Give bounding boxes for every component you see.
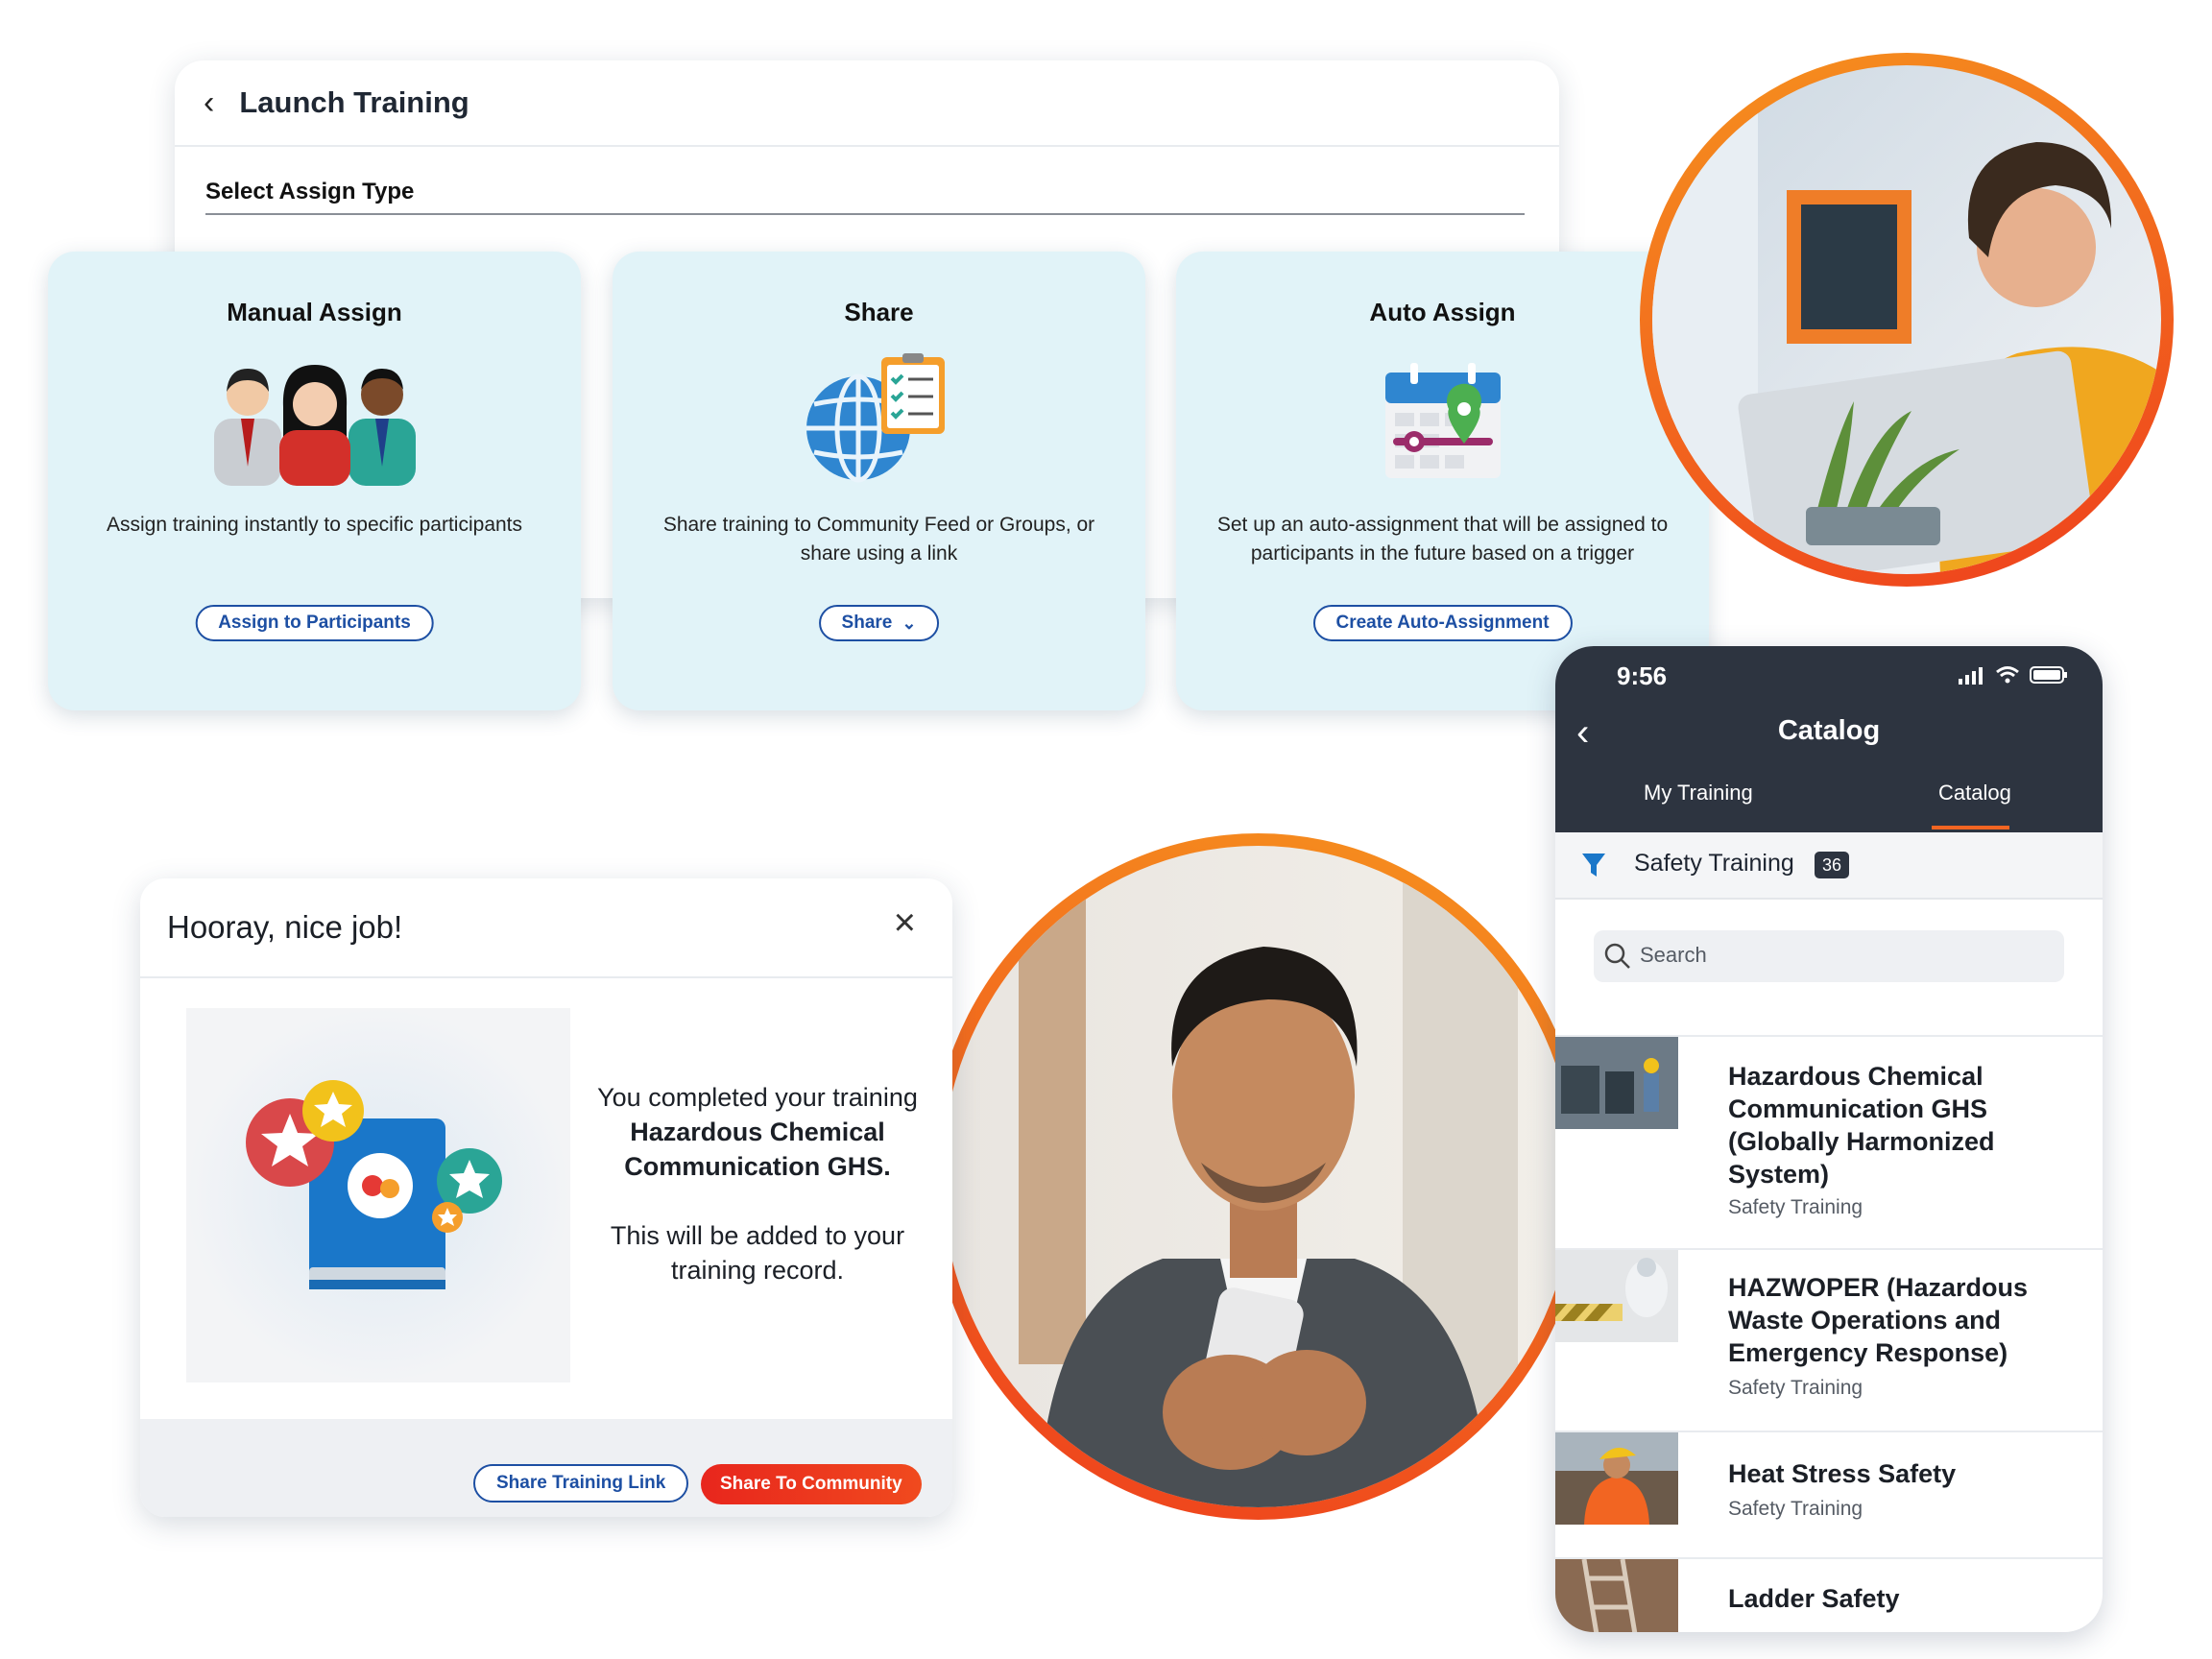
button-label: Share: [841, 613, 893, 633]
globe-checklist-icon: [803, 351, 956, 491]
assign-type-label: Select Assign Type: [205, 179, 415, 204]
assign-to-participants-button[interactable]: Assign to Participants: [195, 605, 434, 641]
message-line-1: You completed your training: [597, 1083, 918, 1112]
button-label: Assign to Participants: [218, 613, 411, 633]
list-item[interactable]: HAZWOPER (Hazardous Waste Operations and…: [1555, 1248, 2103, 1432]
course-title: HAZWOPER (Hazardous Waste Operations and…: [1728, 1273, 2029, 1367]
search-placeholder: Search: [1640, 943, 1707, 967]
page-title: Launch Training: [239, 85, 469, 119]
share-card[interactable]: Share Share training to Community Feed o…: [613, 252, 1145, 710]
auto-assign-card[interactable]: Auto Assign Set up an auto-assignment th…: [1176, 252, 1709, 710]
course-thumbnail: [1555, 1037, 1678, 1129]
share-to-community-button[interactable]: Share To Community: [701, 1464, 922, 1504]
participants-icon: [204, 351, 425, 491]
phone-catalog-screen: 9:56 ‹ Catalog My Training Catalog Safet…: [1555, 646, 2103, 1632]
list-item[interactable]: Heat Stress Safety Safety Training: [1555, 1431, 2103, 1559]
course-thumbnail: [1555, 1250, 1678, 1342]
photo-woman-laptop: [1640, 53, 2174, 587]
card-title: Manual Assign: [227, 298, 402, 326]
list-item[interactable]: Ladder Safety: [1555, 1557, 2103, 1632]
create-auto-assignment-button[interactable]: Create Auto-Assignment: [1312, 605, 1573, 641]
message-line-2: This will be added to your training reco…: [610, 1221, 905, 1285]
calendar-pin-icon: [1376, 351, 1510, 491]
filter-count-badge: 36: [1815, 852, 1850, 878]
card-title: Share: [844, 298, 914, 326]
course-thumbnail: [1555, 1432, 1678, 1525]
list-item[interactable]: Hazardous Chemical Communication GHS (Gl…: [1555, 1035, 2103, 1250]
chevron-down-icon: ⌄: [902, 613, 917, 633]
wifi-icon: [1996, 666, 2019, 684]
card-description: Share training to Community Feed or Grou…: [662, 514, 1095, 565]
battery-icon: [2030, 666, 2067, 684]
completion-message: You completed your training Hazardous Ch…: [589, 1080, 926, 1287]
filter-label: Safety Training: [1634, 850, 1794, 877]
share-training-link-button[interactable]: Share Training Link: [473, 1464, 689, 1503]
card-description: Assign training instantly to specific pa…: [106, 514, 523, 536]
course-title: Ladder Safety: [1728, 1584, 1900, 1613]
course-thumbnail: [1555, 1559, 1678, 1632]
filter-icon[interactable]: [1580, 852, 1607, 878]
modal-title: Hooray, nice job!: [167, 909, 403, 945]
card-description: Set up an auto-assignment that will be a…: [1216, 514, 1669, 565]
modal-header: Hooray, nice job! ×: [140, 878, 952, 978]
phone-header: 9:56 ‹ Catalog My Training Catalog: [1555, 646, 2103, 832]
course-category: Safety Training: [1728, 1377, 1863, 1399]
active-tab-indicator: [1932, 826, 2009, 830]
back-chevron-icon[interactable]: ‹: [204, 86, 214, 119]
divider: [205, 213, 1525, 215]
completion-modal: Hooray, nice job! × You completed your t…: [140, 878, 952, 1517]
close-icon[interactable]: ×: [894, 903, 916, 942]
course-name: Hazardous Chemical Communication GHS.: [624, 1118, 891, 1181]
search-input[interactable]: Search: [1594, 930, 2064, 982]
launch-header: ‹ Launch Training: [175, 60, 1559, 147]
course-category: Safety Training: [1728, 1498, 1863, 1520]
signal-icon: [1959, 667, 1983, 685]
search-icon: [1604, 943, 1630, 969]
status-time: 9:56: [1617, 661, 1668, 690]
course-title: Hazardous Chemical Communication GHS (Gl…: [1728, 1062, 1995, 1189]
tab-catalog[interactable]: Catalog: [1938, 781, 2011, 805]
book-award-illustration: [186, 1008, 570, 1382]
filter-bar[interactable]: Safety Training 36: [1555, 832, 2103, 900]
status-icons: [1957, 665, 2068, 685]
course-title: Heat Stress Safety: [1728, 1459, 1957, 1488]
manual-assign-card[interactable]: Manual Assign Assign training instantly …: [48, 252, 581, 710]
course-category: Safety Training: [1728, 1196, 1863, 1218]
card-title: Auto Assign: [1369, 298, 1516, 326]
tab-my-training[interactable]: My Training: [1644, 781, 1753, 805]
phone-title: Catalog: [1777, 715, 1881, 746]
button-label: Create Auto-Assignment: [1335, 613, 1550, 633]
photo-man-phone: [929, 833, 1587, 1520]
modal-footer: Share Training Link Share To Community: [140, 1419, 952, 1517]
share-button[interactable]: Share ⌄: [818, 605, 940, 641]
